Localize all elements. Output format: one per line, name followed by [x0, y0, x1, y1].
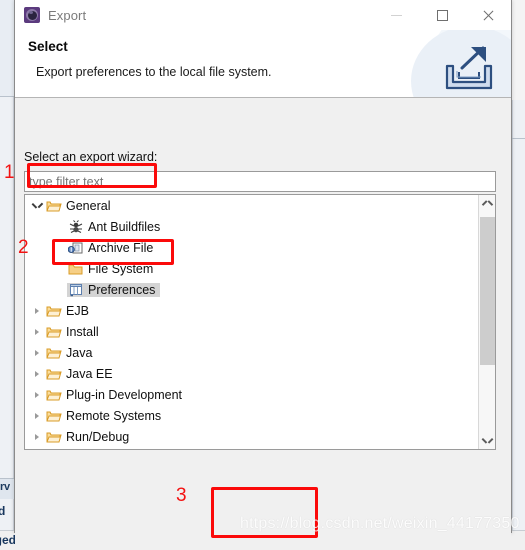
tree-row-content: Archive File: [67, 241, 158, 255]
workbench-right-strip: [512, 100, 525, 530]
tree-row-content: Ant Buildfiles: [67, 220, 165, 234]
window-controls: [373, 0, 511, 30]
scroll-up-button[interactable]: [479, 195, 495, 212]
maximize-button[interactable]: [419, 0, 465, 30]
tree-row-label: Java: [66, 345, 93, 360]
chevron-right-icon[interactable]: [29, 391, 45, 398]
minimize-button[interactable]: [373, 0, 419, 30]
minimize-icon: [390, 14, 402, 16]
tree-row[interactable]: Java: [25, 342, 478, 363]
tree-row-list: General Ant Buildfiles Archive File File Sy…: [25, 195, 478, 449]
folder-open-icon: [45, 367, 63, 381]
dialog-header: Select Export preferences to the local f…: [15, 30, 511, 98]
maximize-icon: [436, 9, 448, 21]
annotation-number-3: 3: [176, 485, 187, 506]
tree-row-content: Run/Debug: [45, 430, 134, 444]
archive-icon: [67, 241, 85, 255]
tree-row-label: Ant Buildfiles: [88, 219, 161, 234]
tree-row[interactable]: Run/Debug: [25, 426, 478, 447]
tree-row[interactable]: General: [25, 195, 478, 216]
tree-row-label: Archive File: [88, 240, 154, 255]
tree-row-label: EJB: [66, 303, 89, 318]
tree-row-label: General: [66, 198, 111, 213]
folder-open-icon: [45, 346, 63, 360]
chevron-right-icon[interactable]: [29, 349, 45, 356]
tree-row-label: Preferences: [88, 282, 156, 297]
dialog-title: Export: [48, 7, 87, 23]
ant-icon: [67, 219, 85, 234]
folder-open-icon: [45, 325, 63, 339]
tree-row-content: Java EE: [45, 367, 118, 381]
close-button[interactable]: [465, 0, 511, 30]
scroll-down-icon: [483, 438, 492, 443]
tree-row-content: Install: [45, 325, 104, 339]
page-title: Select: [28, 39, 68, 54]
scroll-down-button[interactable]: [479, 432, 495, 449]
tree-row[interactable]: Remote Systems: [25, 405, 478, 426]
tree-row-label: Java EE: [66, 366, 113, 381]
folder-icon: [67, 262, 85, 276]
folder-open-icon: [45, 388, 63, 402]
export-dialog: Export Select Export preferences to the …: [14, 0, 512, 550]
tree-row-content: EJB: [45, 304, 94, 318]
tree-row[interactable]: Preferences: [25, 279, 478, 300]
tree-vertical-scrollbar[interactable]: [478, 195, 495, 449]
tree-row-content: Preferences: [67, 282, 161, 297]
tree-row[interactable]: Tasks: [25, 447, 478, 449]
screen: rv d taged Changes (0) Commit Message Ex…: [0, 0, 525, 550]
tree-row-content: General: [45, 199, 115, 213]
tree-row[interactable]: Install: [25, 321, 478, 342]
tree-row-content: Plug-in Development: [45, 388, 187, 402]
tree-row-label: Install: [66, 324, 99, 339]
folder-open-icon: [45, 304, 63, 318]
chevron-right-icon[interactable]: [29, 412, 45, 419]
tree-row[interactable]: EJB: [25, 300, 478, 321]
folder-open-icon: [45, 430, 63, 444]
workbench-left-panel: [0, 0, 14, 96]
tree-row-content: Remote Systems: [45, 409, 166, 423]
tree-row-label: Run/Debug: [66, 429, 130, 444]
page-description: Export preferences to the local file sys…: [36, 65, 272, 79]
scrollbar-thumb[interactable]: [480, 217, 495, 365]
export-wizard-tree[interactable]: General Ant Buildfiles Archive File File Sy…: [24, 194, 496, 450]
chevron-right-icon[interactable]: [29, 370, 45, 377]
tree-row-content: File System: [67, 262, 158, 276]
dialog-titlebar[interactable]: Export: [15, 0, 511, 30]
tree-row-label: Plug-in Development: [66, 387, 183, 402]
export-arrow-icon: [445, 46, 493, 90]
workbench-right-divider: [512, 138, 525, 139]
annotation-number-2: 2: [18, 237, 29, 258]
chevron-right-icon[interactable]: [29, 328, 45, 335]
filter-input[interactable]: [24, 171, 496, 192]
export-wizard-gear-icon: [24, 7, 40, 23]
chevron-right-icon[interactable]: [29, 433, 45, 440]
folder-open-icon: [45, 409, 63, 423]
folder-open-icon: [45, 199, 63, 213]
tree-row-label: Remote Systems: [66, 408, 162, 423]
tree-row[interactable]: Archive File: [25, 237, 478, 258]
tree-row[interactable]: File System: [25, 258, 478, 279]
tree-row[interactable]: Ant Buildfiles: [25, 216, 478, 237]
scroll-up-icon: [483, 201, 492, 206]
header-artwork: [401, 30, 511, 97]
close-icon: [482, 9, 495, 22]
wizard-select-label: Select an export wizard:: [24, 150, 158, 164]
preferences-icon: [67, 283, 85, 297]
tree-row-label: File System: [88, 261, 154, 276]
chevron-right-icon[interactable]: [29, 307, 45, 314]
tree-row-content: Java: [45, 346, 97, 360]
chevron-down-icon[interactable]: [29, 203, 45, 208]
tree-row[interactable]: Java EE: [25, 363, 478, 384]
dialog-body: Select an export wizard: General Ant Buil…: [15, 98, 511, 550]
tree-row[interactable]: Plug-in Development: [25, 384, 478, 405]
annotation-number-1: 1: [4, 162, 15, 183]
